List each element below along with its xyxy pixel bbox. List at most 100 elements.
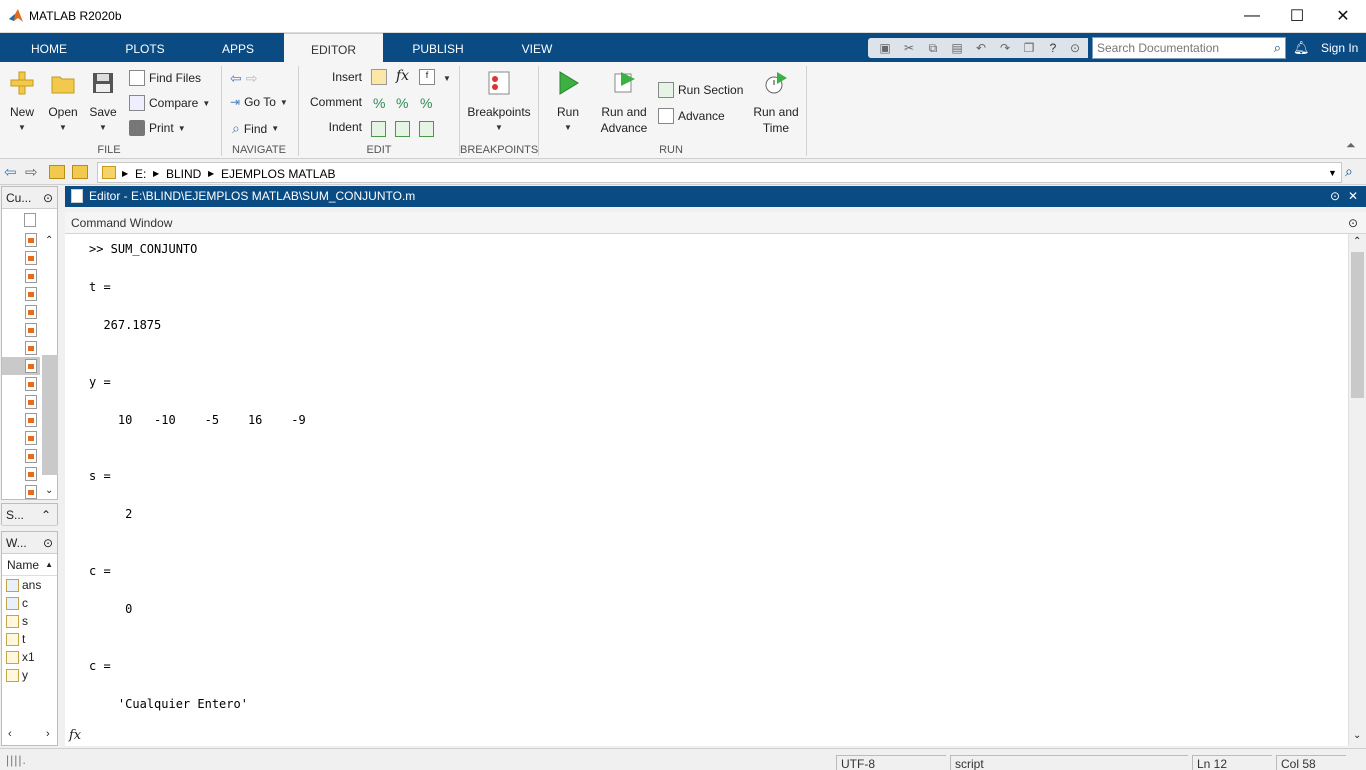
sign-in-link[interactable]: Sign In bbox=[1321, 41, 1358, 55]
close-editor-icon[interactable]: ✕ bbox=[1348, 186, 1358, 207]
workspace-variable-row[interactable]: c bbox=[2, 594, 57, 612]
close-window-button[interactable]: ✕ bbox=[1320, 0, 1366, 32]
workspace-variable-row[interactable]: s bbox=[2, 612, 57, 630]
scrollbar-thumb[interactable] bbox=[42, 355, 58, 475]
uncomment-icon[interactable]: % bbox=[396, 95, 408, 111]
workspace-variable-row[interactable]: x1 bbox=[2, 648, 57, 666]
command-window-menu-icon[interactable]: ⊙ bbox=[1348, 212, 1358, 234]
command-window-header[interactable]: Command Window ⊙ bbox=[65, 212, 1366, 234]
redo-icon[interactable]: ↷ bbox=[998, 41, 1012, 55]
workspace-header[interactable]: W... ⊙ bbox=[2, 532, 57, 554]
breadcrumb-drive[interactable]: E: bbox=[135, 167, 146, 181]
wrap-comments-icon[interactable]: % bbox=[420, 95, 432, 111]
matlab-file-icon[interactable] bbox=[25, 413, 37, 427]
matlab-file-icon[interactable] bbox=[25, 359, 37, 373]
scroll-down-icon[interactable]: ⌄ bbox=[45, 485, 53, 496]
scroll-up-icon[interactable]: ⌃ bbox=[45, 235, 53, 246]
print-button[interactable]: Print ▼ bbox=[129, 120, 186, 136]
find-button[interactable]: ⌕ Find ▼ bbox=[232, 120, 279, 137]
decrease-indent-icon[interactable] bbox=[395, 121, 410, 137]
up-folder-icon[interactable] bbox=[49, 165, 65, 179]
open-button[interactable]: Open ▼ bbox=[46, 70, 80, 136]
minimize-button[interactable]: — bbox=[1229, 0, 1275, 32]
back-arrow-icon[interactable]: ⇦ bbox=[230, 70, 242, 87]
find-files-button[interactable]: Find Files bbox=[129, 70, 201, 86]
matlab-file-icon[interactable] bbox=[25, 233, 37, 247]
save-icon[interactable]: ▣ bbox=[878, 41, 892, 55]
matlab-file-icon[interactable] bbox=[25, 251, 37, 265]
matlab-file-icon[interactable] bbox=[25, 485, 37, 499]
increase-indent-icon[interactable] bbox=[419, 121, 434, 137]
workspace-variable-row[interactable]: ans bbox=[2, 576, 57, 594]
go-to-button[interactable]: ⇥ Go To ▼ bbox=[230, 95, 288, 109]
comment-percent-icon[interactable]: % bbox=[373, 95, 385, 111]
matlab-file-icon[interactable] bbox=[25, 467, 37, 481]
scroll-up-icon[interactable]: ⌃ bbox=[1353, 236, 1361, 247]
breakpoints-button[interactable]: Breakpoints ▼ bbox=[464, 70, 534, 136]
collapse-ribbon-icon[interactable]: ⏶ bbox=[1346, 138, 1356, 153]
scroll-right-icon[interactable]: › bbox=[46, 728, 50, 740]
run-section-button[interactable]: Run Section bbox=[658, 82, 743, 98]
matlab-file-icon[interactable] bbox=[25, 449, 37, 463]
current-folder-path[interactable]: ▶ E: ▶ BLIND ▶ EJEMPLOS MATLAB ▼ bbox=[97, 162, 1342, 183]
maximize-button[interactable]: ☐ bbox=[1274, 0, 1320, 32]
workspace-variable-row[interactable]: y bbox=[2, 666, 57, 684]
tab-publish[interactable]: PUBLISH bbox=[404, 33, 472, 62]
chevron-up-icon[interactable]: ⌃ bbox=[41, 504, 51, 526]
scrollbar-thumb[interactable] bbox=[1351, 252, 1364, 398]
tab-apps[interactable]: APPS bbox=[210, 33, 266, 62]
editor-title-bar[interactable]: Editor - E:\BLIND\EJEMPLOS MATLAB\SUM_CO… bbox=[65, 186, 1366, 207]
breadcrumb-ejemplos[interactable]: EJEMPLOS MATLAB bbox=[221, 167, 335, 181]
tab-view[interactable]: VIEW bbox=[510, 33, 564, 62]
paste-icon[interactable]: ▤ bbox=[950, 41, 964, 55]
copy-icon[interactable]: ⧉ bbox=[926, 41, 940, 55]
scroll-left-icon[interactable]: ‹ bbox=[8, 728, 12, 740]
panel-menu-icon[interactable]: ⊙ bbox=[43, 532, 53, 554]
matlab-file-icon[interactable] bbox=[25, 395, 37, 409]
current-folder-header[interactable]: Cu... ⊙ bbox=[2, 187, 57, 209]
back-arrow-icon[interactable]: ⇦ bbox=[4, 163, 17, 181]
compare-button[interactable]: Compare ▼ bbox=[129, 95, 210, 111]
tab-home[interactable]: HOME bbox=[20, 33, 78, 62]
search-documentation-input[interactable]: Search Documentation ⌕ bbox=[1092, 37, 1286, 59]
matlab-file-icon[interactable] bbox=[25, 341, 37, 355]
notification-bell-icon[interactable]: 🔔︎ bbox=[1293, 40, 1310, 56]
matlab-file-icon[interactable] bbox=[25, 269, 37, 283]
matlab-file-icon[interactable] bbox=[25, 377, 37, 391]
run-and-time-button[interactable]: Run and Time bbox=[750, 70, 802, 136]
command-window-output[interactable]: >> SUM_CONJUNTO t = 267.1875 y = 10 -10 … bbox=[65, 234, 1348, 746]
save-button[interactable]: Save ▼ bbox=[88, 70, 118, 136]
scroll-down-icon[interactable]: ⌄ bbox=[1353, 730, 1361, 741]
insert-function-icon[interactable]: fx bbox=[396, 68, 409, 84]
matlab-file-icon[interactable] bbox=[25, 431, 37, 445]
panel-menu-icon[interactable]: ⊙ bbox=[43, 187, 53, 209]
forward-arrow-icon[interactable]: ⇨ bbox=[246, 70, 258, 87]
chevron-down-icon[interactable]: ▼ bbox=[1328, 168, 1337, 178]
advance-button[interactable]: Advance bbox=[658, 108, 725, 124]
browse-folder-icon[interactable] bbox=[72, 165, 88, 179]
tab-editor[interactable]: EDITOR bbox=[284, 33, 383, 62]
matlab-file-icon[interactable] bbox=[25, 305, 37, 319]
details-header[interactable]: S... ⌃ bbox=[2, 504, 57, 526]
chevron-down-icon[interactable]: ▼ bbox=[443, 74, 451, 83]
matlab-file-icon[interactable] bbox=[25, 287, 37, 301]
insert-function-template-icon[interactable]: f bbox=[419, 69, 435, 85]
cut-icon[interactable]: ✂ bbox=[902, 41, 916, 55]
smart-indent-icon[interactable] bbox=[371, 121, 386, 137]
run-and-advance-button[interactable]: Run and Advance bbox=[596, 70, 652, 136]
editor-menu-icon[interactable]: ⊙ bbox=[1330, 186, 1340, 207]
new-button[interactable]: New ▼ bbox=[6, 70, 38, 136]
workspace-variable-row[interactable]: t bbox=[2, 630, 57, 648]
matlab-file-icon[interactable] bbox=[25, 323, 37, 337]
insert-section-icon[interactable] bbox=[371, 69, 387, 85]
breadcrumb-blind[interactable]: BLIND bbox=[166, 167, 201, 181]
switch-windows-icon[interactable]: ❐ bbox=[1022, 41, 1036, 55]
search-folder-icon[interactable]: ⌕ bbox=[1345, 163, 1353, 180]
forward-arrow-icon[interactable]: ⇨ bbox=[25, 163, 38, 181]
help-icon[interactable]: ? bbox=[1046, 41, 1060, 55]
customize-toolbar-icon[interactable]: ⊙ bbox=[1068, 41, 1082, 55]
function-browser-icon[interactable]: fx bbox=[69, 728, 81, 743]
undo-icon[interactable]: ↶ bbox=[974, 41, 988, 55]
run-button[interactable]: Run ▼ bbox=[550, 70, 586, 136]
tab-plots[interactable]: PLOTS bbox=[116, 33, 174, 62]
